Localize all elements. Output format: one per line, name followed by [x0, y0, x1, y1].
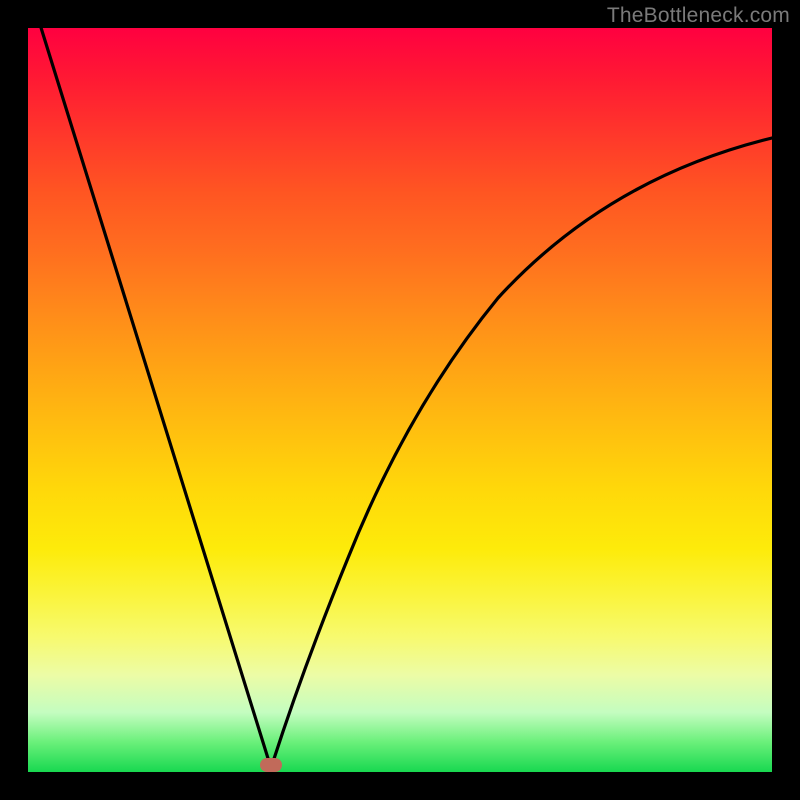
chart-frame: TheBottleneck.com	[0, 0, 800, 800]
curve-left	[38, 28, 271, 768]
watermark-text: TheBottleneck.com	[607, 4, 790, 28]
curve-layer	[28, 28, 772, 772]
plot-area	[28, 28, 772, 772]
minimum-marker	[260, 758, 282, 772]
curve-right	[271, 138, 772, 768]
